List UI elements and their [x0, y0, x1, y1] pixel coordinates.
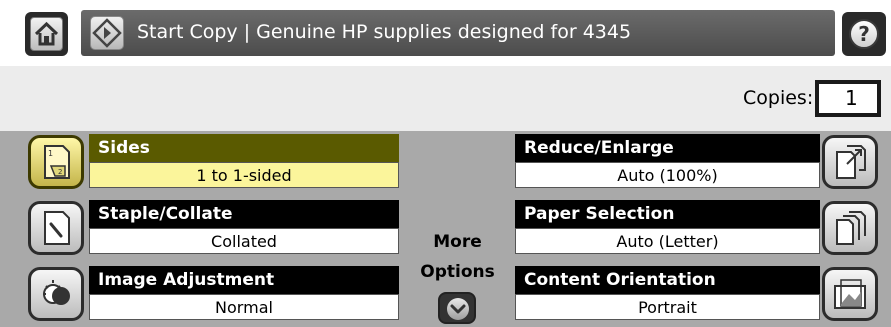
reduce-value: Auto (100%): [515, 162, 820, 188]
copies-row: Copies: 1: [0, 66, 891, 131]
start-copy-icon: [90, 16, 124, 50]
option-reduce-enlarge[interactable]: Reduce/Enlarge Auto (100%): [0, 131, 891, 194]
paper-selection-icon: [822, 201, 878, 255]
orientation-value: Portrait: [515, 294, 820, 320]
copies-input[interactable]: 1: [815, 80, 881, 117]
copies-label: Copies:: [743, 87, 814, 109]
orientation-label: Content Orientation: [515, 266, 820, 294]
top-bar: Start Copy | Genuine HP supplies designe…: [0, 0, 891, 66]
chevron-down-icon: [447, 298, 469, 320]
content-orientation-icon: [822, 267, 878, 321]
start-copy-bar[interactable]: Start Copy | Genuine HP supplies designe…: [81, 10, 835, 56]
help-icon: ?: [849, 19, 879, 49]
help-button[interactable]: ?: [842, 12, 886, 56]
paper-label: Paper Selection: [515, 200, 820, 228]
reduce-label: Reduce/Enlarge: [515, 134, 820, 162]
title-text: Start Copy | Genuine HP supplies designe…: [137, 21, 632, 43]
paper-value: Auto (Letter): [515, 228, 820, 254]
home-button[interactable]: [25, 12, 68, 56]
reduce-enlarge-icon: [822, 135, 878, 189]
option-paper-selection[interactable]: Paper Selection Auto (Letter): [0, 197, 891, 260]
home-icon: [30, 17, 63, 51]
more-options-button[interactable]: [438, 292, 476, 324]
